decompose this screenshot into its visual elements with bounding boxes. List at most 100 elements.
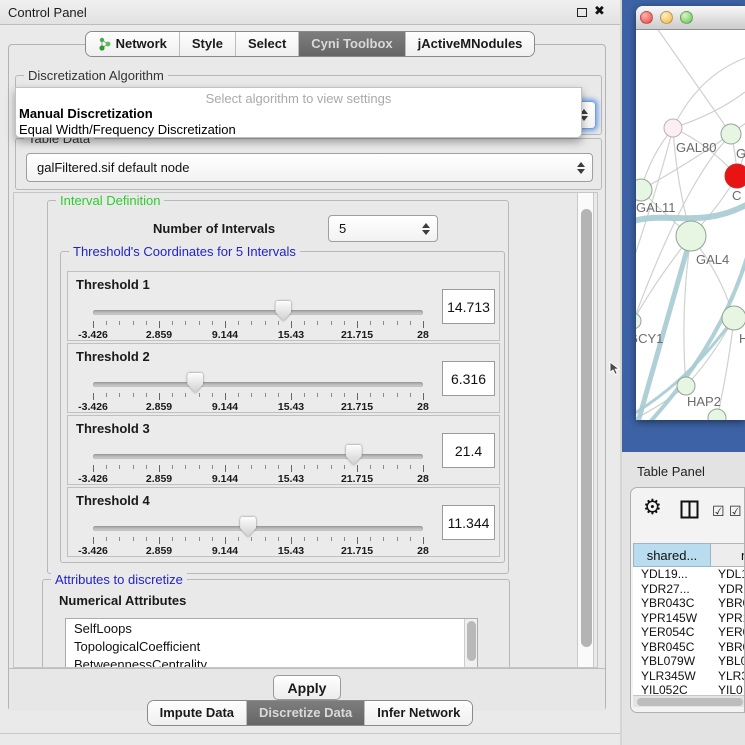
- slider-tick: [265, 537, 266, 541]
- attributes-scrollbar-thumb[interactable]: [467, 621, 476, 661]
- table-row[interactable]: YBL079WYBL0: [633, 654, 745, 669]
- tab-discretize-data[interactable]: Discretize Data: [246, 701, 364, 725]
- network-view-window[interactable]: GAL80GACGAL11GAL4GCY1HHAP2: [636, 6, 745, 420]
- slider-thumb[interactable]: [275, 301, 291, 321]
- network-node-green[interactable]: [636, 179, 652, 201]
- minimize-traffic-light[interactable]: [660, 11, 673, 24]
- algorithm-option-1[interactable]: Manual Discretization: [16, 105, 581, 121]
- table-data-group: Table Data galFiltered.sif default node: [15, 138, 602, 190]
- column-header-2[interactable]: na: [711, 543, 745, 567]
- network-node-green[interactable]: [636, 313, 641, 329]
- network-canvas[interactable]: GAL80GACGAL11GAL4GCY1HHAP2: [636, 30, 745, 420]
- threshold-panel-2: Threshold 2-3.4262.8599.14415.4321.71528…: [67, 343, 500, 413]
- network-node-green[interactable]: [676, 221, 706, 251]
- apply-button[interactable]: Apply: [273, 675, 342, 700]
- table-horizontal-scrollbar[interactable]: [633, 695, 745, 707]
- cell-shared-name: YDR27...: [633, 582, 711, 597]
- slider-track[interactable]: [93, 454, 423, 459]
- threshold-value-field[interactable]: 6.316: [442, 361, 495, 396]
- table-row[interactable]: YIL052CYIL0: [633, 683, 745, 695]
- network-node-green[interactable]: [708, 409, 726, 420]
- slider-tick: [199, 465, 200, 469]
- slider-tick: [133, 321, 134, 325]
- slider-tick-label: 28: [417, 329, 429, 341]
- algorithm-option-2[interactable]: Equal Width/Frequency Discretization: [16, 121, 581, 137]
- network-node-pink[interactable]: [664, 119, 682, 137]
- slider-track[interactable]: [93, 382, 423, 387]
- tab-cyni-toolbox[interactable]: Cyni Toolbox: [298, 32, 404, 56]
- tab-style[interactable]: Style: [179, 32, 235, 56]
- slider-tick: [317, 537, 318, 541]
- table-row[interactable]: YPR145WYPR1: [633, 611, 745, 626]
- main-vertical-scrollbar[interactable]: [577, 193, 594, 667]
- close-icon[interactable]: ✖: [594, 3, 605, 19]
- slider-tick: [291, 465, 292, 472]
- cell-shared-name: YBR045C: [633, 640, 711, 655]
- table-row[interactable]: YDL19...YDL1: [633, 567, 745, 582]
- attributes-scrollbar[interactable]: [464, 619, 477, 668]
- number-of-intervals-combo[interactable]: 5: [328, 215, 438, 242]
- zoom-traffic-light[interactable]: [680, 11, 693, 24]
- table-row[interactable]: YBR045CYBR0: [633, 640, 745, 655]
- network-edge[interactable]: [673, 58, 745, 128]
- table-row[interactable]: YDR27...YDR2: [633, 582, 745, 597]
- close-traffic-light[interactable]: [640, 11, 653, 24]
- split-columns-icon[interactable]: [680, 500, 699, 519]
- table-row[interactable]: YER054CYER0: [633, 625, 745, 640]
- slider-tick: [159, 465, 160, 472]
- slider-tick-label: 2.859: [146, 473, 172, 485]
- tab-label: Style: [192, 36, 223, 51]
- attributes-group-title: Attributes to discretize: [51, 572, 187, 587]
- slider-tick: [106, 537, 107, 541]
- network-node-green[interactable]: [722, 306, 745, 330]
- network-window-titlebar[interactable]: [636, 6, 745, 30]
- slider-tick: [119, 465, 120, 469]
- algorithm-placeholder-option[interactable]: Select algorithm to view settings: [16, 88, 581, 105]
- threshold-value-field[interactable]: 11.344: [442, 505, 495, 540]
- slider-thumb[interactable]: [187, 373, 203, 393]
- threshold-value-field[interactable]: 14.713: [442, 289, 495, 324]
- slider-tick-label: 2.859: [146, 401, 172, 413]
- gear-icon[interactable]: ⚙: [643, 495, 662, 520]
- slider-tick: [317, 465, 318, 469]
- interval-definition-title: Interval Definition: [56, 193, 164, 208]
- network-node-green[interactable]: [677, 377, 695, 395]
- select-all-columns-icon[interactable]: ☑: [729, 503, 742, 520]
- network-node-red[interactable]: [725, 164, 745, 188]
- tab-jactivemnodules[interactable]: jActiveMNodules: [405, 32, 535, 56]
- table-data-combo[interactable]: galFiltered.sif default node: [26, 153, 593, 182]
- slider-tick-label: -3.426: [78, 329, 108, 341]
- float-window-icon[interactable]: [577, 8, 587, 17]
- network-edge[interactable]: [673, 92, 745, 128]
- numerical-attributes-list[interactable]: SelfLoopsTopologicalCoefficientBetweenne…: [65, 618, 478, 668]
- slider-thumb[interactable]: [240, 517, 256, 537]
- network-edge[interactable]: [654, 30, 731, 134]
- threshold-value-field[interactable]: 21.4: [442, 433, 495, 468]
- select-columns-icon[interactable]: ☑: [712, 503, 725, 520]
- tab-infer-network[interactable]: Infer Network: [364, 701, 472, 725]
- attribute-item[interactable]: SelfLoops: [66, 619, 477, 637]
- slider-thumb[interactable]: [346, 445, 362, 465]
- table-row[interactable]: YBR043CYBR0: [633, 596, 745, 611]
- table-hscrollbar-thumb[interactable]: [637, 698, 743, 706]
- slider-tick: [410, 321, 411, 325]
- slider-track[interactable]: [93, 526, 423, 531]
- network-node-green[interactable]: [721, 124, 741, 144]
- attribute-item[interactable]: TopologicalCoefficient: [66, 637, 477, 655]
- tab-select[interactable]: Select: [235, 32, 298, 56]
- slider-tick: [93, 393, 94, 400]
- slider-tick-label: 21.715: [341, 545, 373, 557]
- node-label: H: [739, 331, 745, 346]
- table-row[interactable]: YLR345WYLR3: [633, 669, 745, 684]
- tab-network[interactable]: Network: [86, 32, 179, 56]
- attribute-item[interactable]: BetweennessCentrality: [66, 655, 477, 668]
- bottom-tabs-group: Impute DataDiscretize DataInfer Network: [147, 700, 474, 726]
- column-header-1[interactable]: shared...: [633, 543, 711, 567]
- cell-shared-name: YIL052C: [633, 683, 711, 695]
- slider-track[interactable]: [93, 310, 423, 315]
- slider-tick: [238, 393, 239, 397]
- slider-tick: [317, 393, 318, 397]
- tab-impute-data[interactable]: Impute Data: [148, 701, 246, 725]
- main-scrollbar-thumb[interactable]: [581, 209, 592, 647]
- slider-thumb-shape: [187, 373, 203, 393]
